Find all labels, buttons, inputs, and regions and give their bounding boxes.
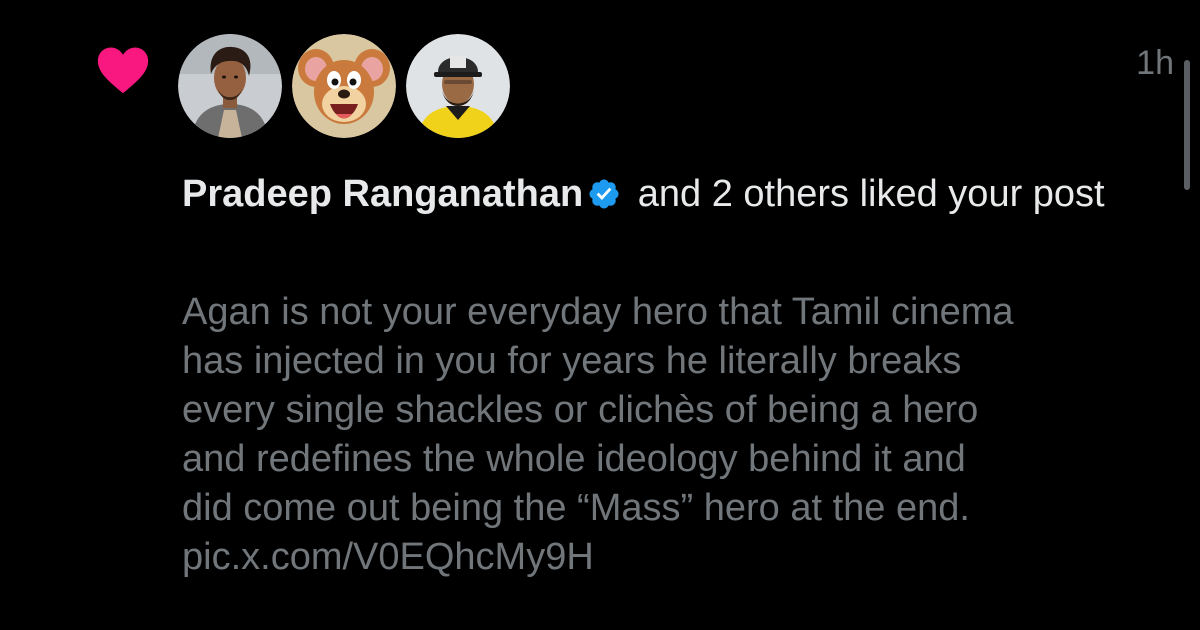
timestamp: 1h <box>1136 44 1174 82</box>
liker-avatars <box>178 34 510 138</box>
avatar[interactable] <box>406 34 510 138</box>
heart-icon <box>97 47 149 94</box>
notification-headline: Pradeep Ranganathan and 2 others liked y… <box>182 166 1182 222</box>
scrollbar[interactable] <box>1184 60 1190 190</box>
verified-badge-icon <box>589 179 619 209</box>
post-text: Agan is not your everyday hero that Tami… <box>182 291 1014 529</box>
notification-action-text: and 2 others liked your post <box>627 173 1105 215</box>
avatar[interactable] <box>292 34 396 138</box>
like-notification[interactable]: 1h Pradeep Ranganathan and 2 others like… <box>0 0 1200 630</box>
post-media-link[interactable]: pic.x.com/V0EQhcMy9H <box>182 533 1172 582</box>
liked-post-preview[interactable]: Agan is not your everyday hero that Tami… <box>182 288 1172 582</box>
avatar[interactable] <box>178 34 282 138</box>
actor-name[interactable]: Pradeep Ranganathan <box>182 173 583 215</box>
